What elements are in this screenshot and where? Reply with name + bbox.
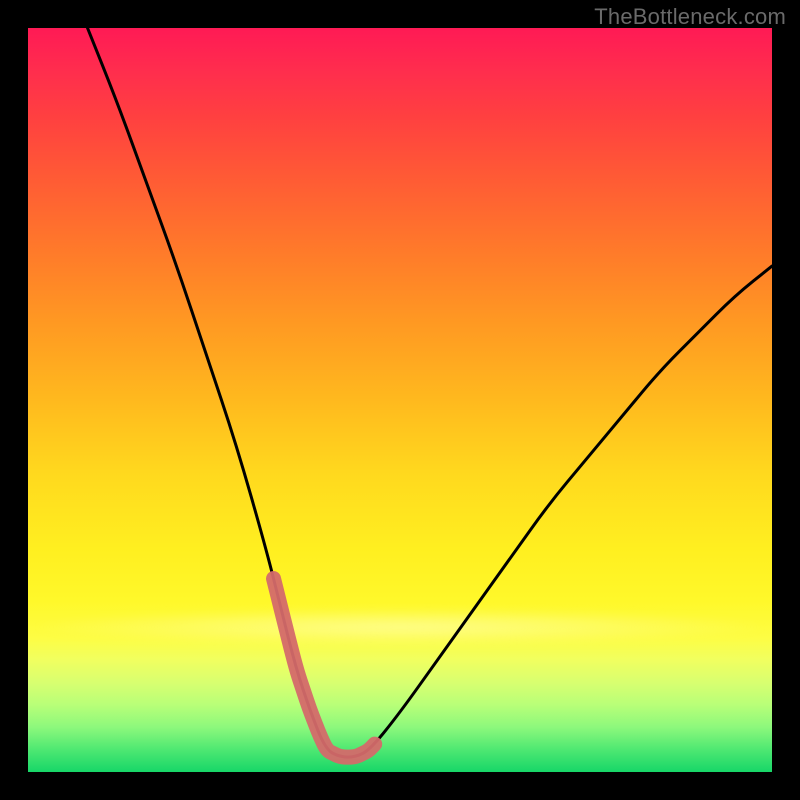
plot-area: [28, 28, 772, 772]
curve-layer: [28, 28, 772, 772]
outer-black-frame: TheBottleneck.com: [0, 0, 800, 800]
bottleneck-curve: [88, 28, 772, 757]
optimal-range-highlight: [274, 579, 375, 758]
watermark-text: TheBottleneck.com: [594, 4, 786, 30]
